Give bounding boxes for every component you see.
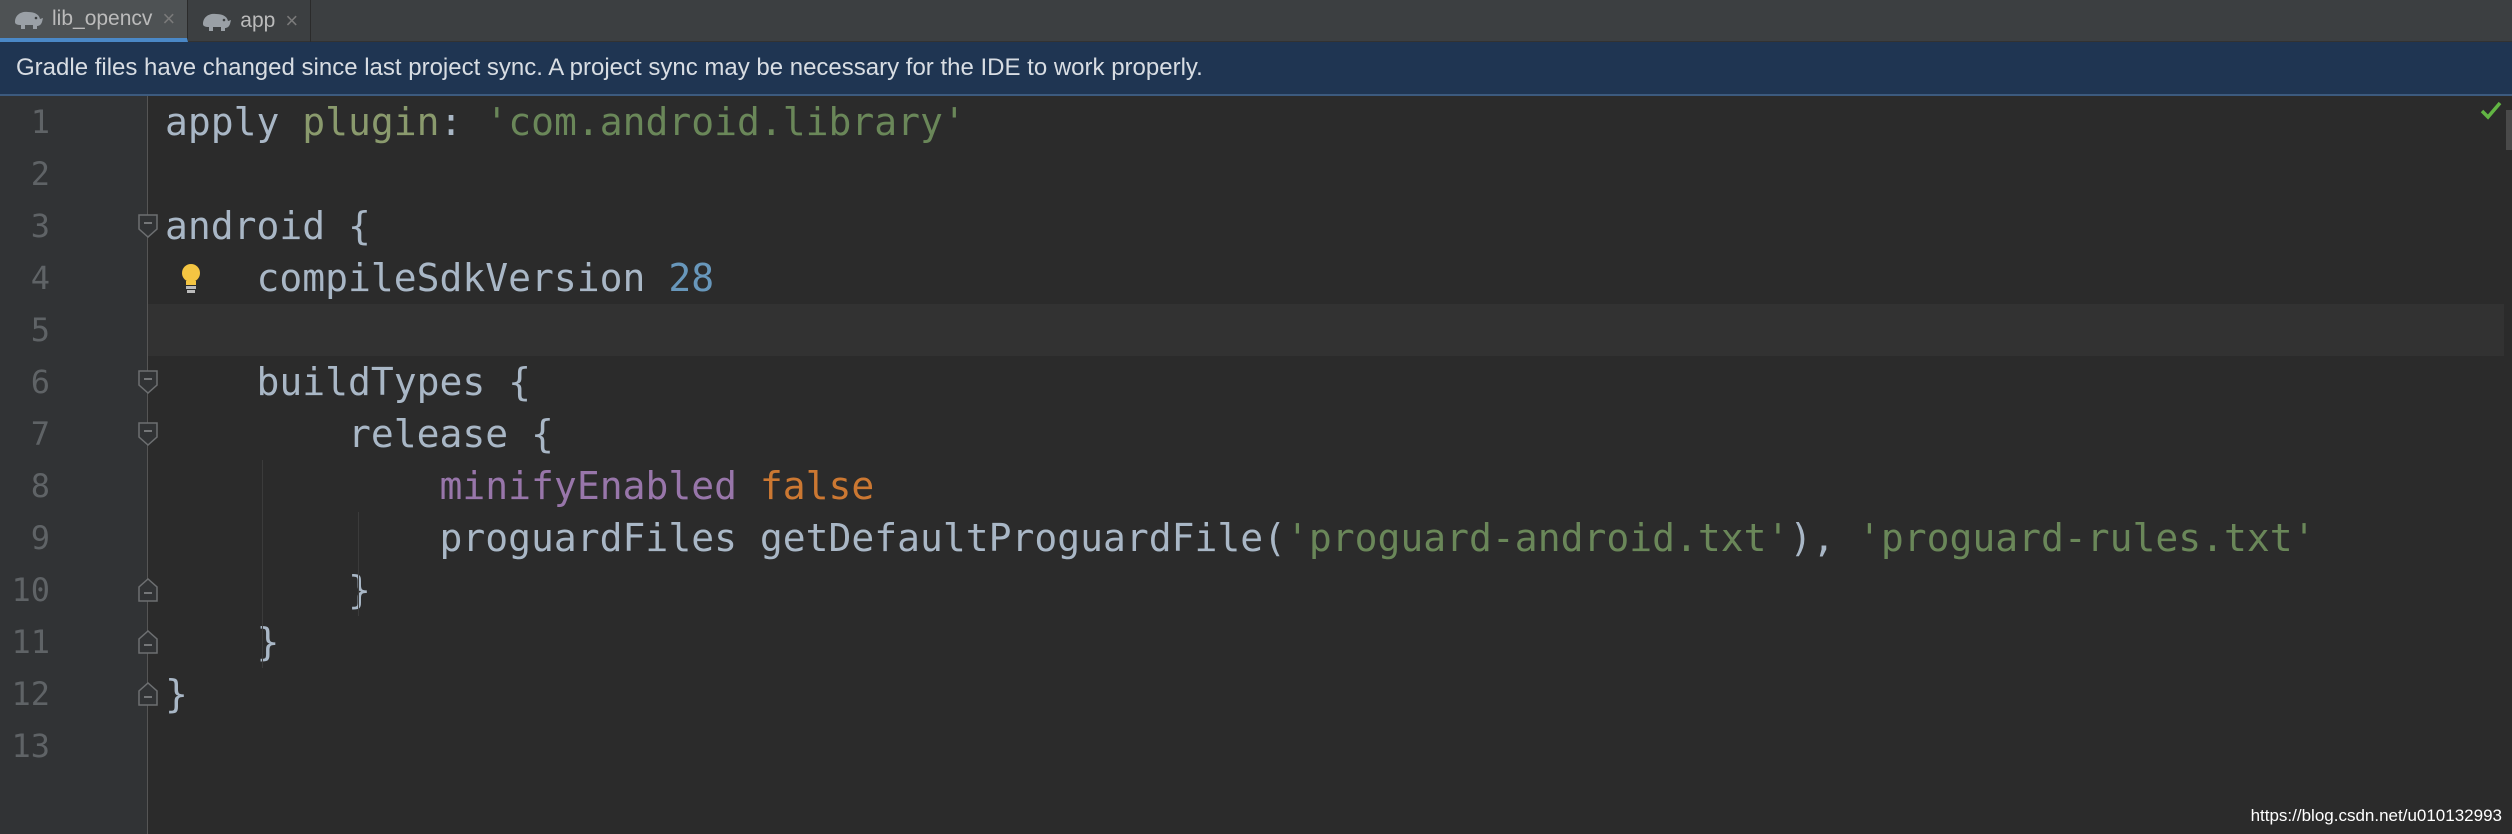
watermark: https://blog.csdn.net/u010132993 bbox=[2250, 806, 2502, 825]
code-token: apply bbox=[165, 100, 303, 144]
line-number: 6 bbox=[30, 363, 50, 401]
tab-label: app bbox=[240, 9, 276, 32]
line-number: 13 bbox=[11, 727, 50, 765]
code-token: } bbox=[165, 568, 371, 612]
code-line[interactable]: buildTypes { bbox=[165, 356, 532, 408]
code-line[interactable]: apply plugin: 'com.android.library' bbox=[165, 96, 966, 148]
tab-label: lib_opencv bbox=[52, 7, 153, 30]
line-number: 3 bbox=[30, 207, 50, 245]
line-number: 1 bbox=[30, 103, 50, 141]
line-number: 2 bbox=[30, 155, 50, 193]
code-editor[interactable]: 1 2 3 4 5 6 7 8 9 10 11 12 13 apply plugin: 'com.and… bbox=[0, 96, 2512, 834]
fold-marker-icon[interactable] bbox=[137, 213, 159, 239]
code-token: release { bbox=[165, 412, 554, 456]
line-number: 12 bbox=[11, 675, 50, 713]
code-token: : bbox=[439, 100, 486, 144]
code-line[interactable]: android { bbox=[165, 200, 371, 252]
code-line[interactable]: } bbox=[165, 564, 371, 616]
line-number: 7 bbox=[30, 415, 50, 453]
line-number: 9 bbox=[30, 519, 50, 557]
line-number: 5 bbox=[30, 311, 50, 349]
code-token: 28 bbox=[668, 256, 715, 300]
tab-close-icon[interactable]: × bbox=[285, 10, 298, 32]
fold-marker-icon[interactable] bbox=[137, 421, 159, 447]
banner-message: Gradle files have changed since last pro… bbox=[16, 54, 1203, 81]
tab-app[interactable]: app × bbox=[188, 0, 312, 42]
code-token: 'proguard-rules.txt' bbox=[1858, 516, 2316, 560]
check-icon bbox=[2480, 101, 2502, 120]
code-line[interactable]: compileSdkVersion 28 bbox=[165, 252, 715, 304]
code-token: proguardFiles getDefaultProguardFile( bbox=[165, 516, 1287, 560]
code-token: } bbox=[165, 672, 188, 716]
code-token: minifyEnabled bbox=[439, 464, 737, 508]
line-number: 10 bbox=[11, 571, 50, 609]
gradle-elephant-icon bbox=[203, 13, 232, 31]
gradle-sync-banner: Gradle files have changed since last pro… bbox=[0, 42, 2512, 96]
tab-close-icon[interactable]: × bbox=[162, 8, 175, 30]
code-token: 'proguard-android.txt' bbox=[1286, 516, 1790, 560]
code-token: compileSdkVersion bbox=[165, 256, 669, 300]
gradle-elephant-icon bbox=[15, 11, 43, 29]
code-token: plugin bbox=[302, 100, 440, 144]
fold-marker-icon[interactable] bbox=[137, 369, 159, 395]
code-token: android { bbox=[165, 204, 371, 248]
editor-gutter: 1 2 3 4 5 6 7 8 9 10 11 12 13 bbox=[0, 96, 148, 834]
code-line[interactable]: } bbox=[165, 668, 188, 720]
line-number: 4 bbox=[30, 259, 50, 297]
indent-guide bbox=[358, 512, 359, 616]
line-number: 11 bbox=[11, 623, 50, 661]
line-number: 8 bbox=[30, 467, 50, 505]
fold-marker-icon[interactable] bbox=[137, 577, 159, 603]
fold-marker-icon[interactable] bbox=[137, 629, 159, 655]
code-token: buildTypes { bbox=[165, 360, 532, 404]
code-line[interactable]: minifyEnabled false bbox=[165, 460, 875, 512]
current-line-highlight bbox=[148, 304, 2504, 356]
fold-marker-icon[interactable] bbox=[137, 681, 159, 707]
scrollbar-marker[interactable] bbox=[2506, 110, 2512, 150]
code-token: 'com.android.library' bbox=[485, 100, 966, 144]
indent-guide bbox=[262, 460, 263, 668]
tab-lib-opencv[interactable]: lib_opencv × bbox=[0, 0, 189, 42]
editor-tab-bar: lib_opencv × app × bbox=[0, 0, 2512, 42]
code-line[interactable]: proguardFiles getDefaultProguardFile('pr… bbox=[165, 512, 2316, 564]
code-token: false bbox=[759, 464, 875, 508]
lightbulb-icon[interactable] bbox=[178, 262, 204, 296]
code-line[interactable]: release { bbox=[165, 408, 554, 460]
code-token: ), bbox=[1789, 516, 1858, 560]
